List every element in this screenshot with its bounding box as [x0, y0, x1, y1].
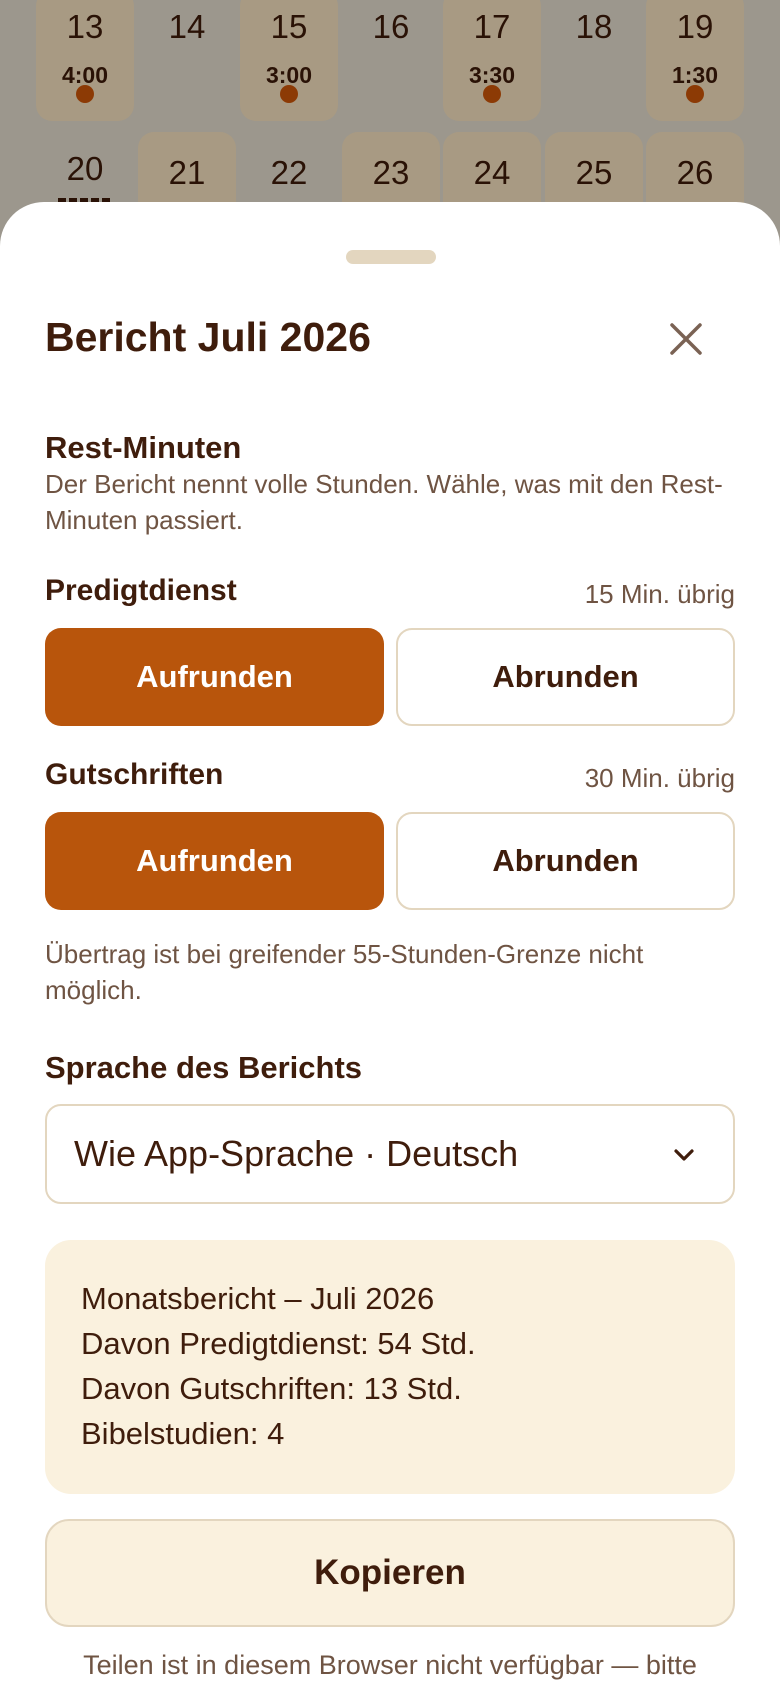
- preview-line-title: Monatsbericht – Juli 2026: [81, 1281, 435, 1316]
- calendar-day-number: 21: [168, 154, 206, 191]
- calendar-day-15[interactable]: 15 3:00: [240, 0, 338, 121]
- rest-minutes-heading: Rest-Minuten: [45, 430, 242, 465]
- predigtdienst-label: Predigtdienst: [45, 574, 237, 607]
- entry-dot-icon: [483, 85, 501, 103]
- calendar-day-13[interactable]: 13 4:00: [36, 0, 134, 121]
- gutschriften-round-down-button[interactable]: Abrunden: [396, 812, 735, 910]
- share-unavailable-note: Teilen ist in diesem Browser nicht verfü…: [83, 1650, 697, 1680]
- preview-line-bibelstudien: Bibelstudien: 4: [81, 1416, 285, 1451]
- calendar-day-number: 26: [676, 154, 714, 191]
- report-language-select[interactable]: Wie App-Sprache · Deutsch: [45, 1104, 735, 1204]
- calendar-day-number: 24: [473, 154, 511, 191]
- entry-dot-icon: [686, 85, 704, 103]
- chevron-down-icon: [674, 1149, 694, 1161]
- gutschriften-label: Gutschriften: [45, 758, 224, 791]
- sheet-drag-handle[interactable]: [346, 250, 436, 264]
- calendar-day-number: 20: [66, 150, 104, 187]
- calendar-day-17[interactable]: 17 3:30: [443, 0, 541, 121]
- calendar-day-number: 17: [473, 8, 511, 45]
- report-language-value: Wie App-Sprache · Deutsch: [74, 1133, 519, 1174]
- gutschriften-remaining: 30 Min. übrig: [584, 763, 735, 793]
- calendar-day-number: 22: [270, 154, 308, 191]
- preview-line-gutschriften: Davon Gutschriften: 13 Std.: [81, 1371, 462, 1406]
- close-icon: [670, 323, 702, 355]
- close-button[interactable]: [664, 317, 708, 361]
- report-preview: Monatsbericht – Juli 2026 Davon Predigtd…: [45, 1240, 735, 1494]
- predigtdienst-remaining: 15 Min. übrig: [584, 579, 735, 609]
- carry-over-note: Übertrag ist bei greifender 55-Stunden-G…: [45, 939, 644, 1005]
- copy-button[interactable]: Kopieren: [45, 1519, 735, 1627]
- report-language-heading: Sprache des Berichts: [45, 1050, 363, 1085]
- calendar-day-number: 23: [372, 154, 410, 191]
- calendar-day-18[interactable]: 18: [545, 0, 643, 121]
- rest-minutes-description: Der Bericht nennt volle Stunden. Wähle, …: [45, 469, 723, 535]
- sheet-title: Bericht Juli 2026: [45, 314, 371, 360]
- calendar-day-number: 15: [270, 8, 308, 45]
- calendar-day-16[interactable]: 16: [342, 0, 440, 121]
- calendar-day-19[interactable]: 19 1:30: [646, 0, 744, 121]
- calendar-day-number: 19: [676, 8, 714, 45]
- predigtdienst-round-up-button[interactable]: Aufrunden: [45, 628, 384, 726]
- report-sheet: Bericht Juli 2026 Rest-Minuten Der Beric…: [0, 202, 780, 1688]
- calendar-day-number: 18: [575, 8, 613, 45]
- gutschriften-round-up-button[interactable]: Aufrunden: [45, 812, 384, 910]
- calendar-day-number: 14: [168, 8, 206, 45]
- calendar-day-number: 16: [372, 8, 410, 45]
- predigtdienst-round-down-button[interactable]: Abrunden: [396, 628, 735, 726]
- entry-dot-icon: [76, 85, 94, 103]
- entry-dot-icon: [280, 85, 298, 103]
- preview-line-predigtdienst: Davon Predigtdienst: 54 Std.: [81, 1326, 476, 1361]
- calendar-day-number: 13: [66, 8, 104, 45]
- calendar-day-number: 25: [575, 154, 613, 191]
- calendar-day-14[interactable]: 14: [138, 0, 236, 121]
